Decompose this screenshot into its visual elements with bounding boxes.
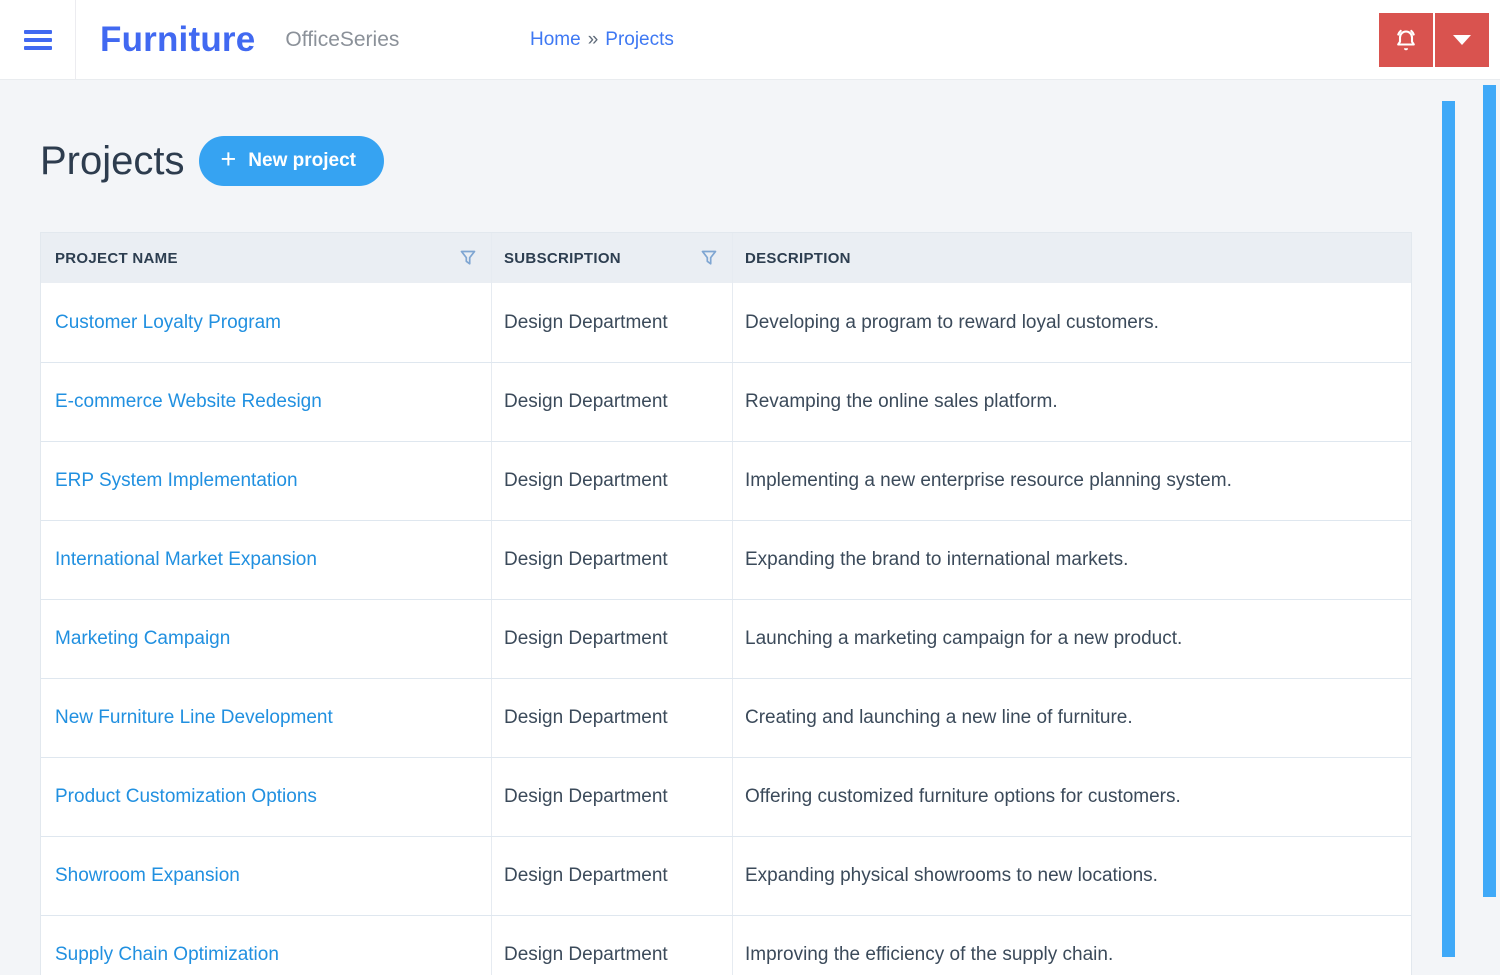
brand-subtitle: OfficeSeries bbox=[285, 27, 400, 51]
subscription-value: Design Department bbox=[504, 786, 668, 807]
funnel-icon[interactable] bbox=[700, 249, 718, 267]
project-name-link[interactable]: Showroom Expansion bbox=[55, 865, 240, 887]
notifications-button[interactable] bbox=[1379, 13, 1433, 67]
project-name-link[interactable]: Customer Loyalty Program bbox=[55, 312, 281, 334]
project-name-cell: New Furniture Line Development bbox=[41, 679, 491, 757]
table-row: Product Customization Options Design Dep… bbox=[41, 757, 1411, 836]
new-project-button[interactable]: + New project bbox=[198, 136, 384, 186]
project-name-cell: Supply Chain Optimization bbox=[41, 916, 491, 975]
breadcrumb-current-link[interactable]: Projects bbox=[605, 29, 674, 51]
description-cell: Creating and launching a new line of fur… bbox=[732, 679, 1411, 757]
project-name-link[interactable]: E-commerce Website Redesign bbox=[55, 391, 322, 413]
bell-icon bbox=[1391, 25, 1421, 55]
subscription-value: Design Department bbox=[504, 549, 668, 570]
caret-down-icon bbox=[1453, 35, 1471, 45]
hamburger-icon bbox=[23, 26, 52, 54]
project-name-link[interactable]: International Market Expansion bbox=[55, 549, 317, 571]
description-cell: Launching a marketing campaign for a new… bbox=[732, 600, 1411, 678]
project-name-link[interactable]: Product Customization Options bbox=[55, 786, 317, 808]
brand-logo[interactable]: Furniture bbox=[100, 20, 255, 60]
project-name-link[interactable]: Marketing Campaign bbox=[55, 628, 230, 650]
account-menu-button[interactable] bbox=[1435, 13, 1489, 67]
description-value: Improving the efficiency of the supply c… bbox=[745, 944, 1114, 965]
subscription-value: Design Department bbox=[504, 470, 668, 491]
page-title: Projects bbox=[40, 138, 185, 183]
subscription-cell: Design Department bbox=[491, 679, 732, 757]
subscription-value: Design Department bbox=[504, 707, 668, 728]
description-value: Expanding physical showrooms to new loca… bbox=[745, 865, 1158, 886]
table-row: E-commerce Website Redesign Design Depar… bbox=[41, 362, 1411, 441]
description-value: Revamping the online sales platform. bbox=[745, 391, 1058, 412]
project-name-link[interactable]: Supply Chain Optimization bbox=[55, 944, 279, 966]
project-name-link[interactable]: New Furniture Line Development bbox=[55, 707, 333, 729]
subscription-cell: Design Department bbox=[491, 916, 732, 975]
table-row: Showroom Expansion Design Department Exp… bbox=[41, 836, 1411, 915]
project-name-cell: Showroom Expansion bbox=[41, 837, 491, 915]
title-row: Projects + New project bbox=[40, 136, 1500, 186]
subscription-value: Design Department bbox=[504, 628, 668, 649]
project-name-cell: Product Customization Options bbox=[41, 758, 491, 836]
menu-button[interactable] bbox=[0, 0, 76, 79]
table-row: ERP System Implementation Design Departm… bbox=[41, 441, 1411, 520]
project-name-cell: International Market Expansion bbox=[41, 521, 491, 599]
breadcrumb-separator: » bbox=[587, 28, 599, 50]
project-name-link[interactable]: ERP System Implementation bbox=[55, 470, 298, 492]
description-cell: Expanding physical showrooms to new loca… bbox=[732, 837, 1411, 915]
breadcrumb: Home » Projects bbox=[530, 0, 674, 79]
plus-icon: + bbox=[220, 144, 237, 174]
project-name-cell: ERP System Implementation bbox=[41, 442, 491, 520]
project-name-cell: E-commerce Website Redesign bbox=[41, 363, 491, 441]
subscription-cell: Design Department bbox=[491, 521, 732, 599]
description-cell: Developing a program to reward loyal cus… bbox=[732, 283, 1411, 362]
projects-table: PROJECT NAME SUBSCRIPTION DESCRIPTION Cu… bbox=[40, 232, 1412, 975]
column-header-description[interactable]: DESCRIPTION bbox=[732, 233, 1411, 283]
table-body: Customer Loyalty Program Design Departme… bbox=[41, 283, 1411, 975]
description-value: Expanding the brand to international mar… bbox=[745, 549, 1129, 570]
description-value: Developing a program to reward loyal cus… bbox=[745, 311, 1159, 333]
subscription-value: Design Department bbox=[504, 944, 668, 965]
table-header-row: PROJECT NAME SUBSCRIPTION DESCRIPTION bbox=[41, 232, 1411, 283]
subscription-value: Design Department bbox=[504, 311, 668, 333]
description-cell: Implementing a new enterprise resource p… bbox=[732, 442, 1411, 520]
top-bar: Furniture OfficeSeries Home » Projects bbox=[0, 0, 1500, 80]
subscription-cell: Design Department bbox=[491, 283, 732, 362]
table-row: Customer Loyalty Program Design Departme… bbox=[41, 283, 1411, 362]
inner-scrollbar[interactable] bbox=[1442, 101, 1455, 957]
page-scrollbar[interactable] bbox=[1483, 85, 1496, 897]
funnel-icon[interactable] bbox=[459, 249, 477, 267]
subscription-value: Design Department bbox=[504, 865, 668, 886]
description-cell: Offering customized furniture options fo… bbox=[732, 758, 1411, 836]
new-project-label: New project bbox=[248, 150, 356, 171]
column-header-label: PROJECT NAME bbox=[55, 249, 178, 267]
description-value: Offering customized furniture options fo… bbox=[745, 786, 1181, 807]
description-value: Implementing a new enterprise resource p… bbox=[745, 470, 1232, 491]
subscription-cell: Design Department bbox=[491, 758, 732, 836]
description-cell: Expanding the brand to international mar… bbox=[732, 521, 1411, 599]
subscription-cell: Design Department bbox=[491, 837, 732, 915]
column-header-label: SUBSCRIPTION bbox=[504, 249, 621, 267]
subscription-cell: Design Department bbox=[491, 600, 732, 678]
description-cell: Revamping the online sales platform. bbox=[732, 363, 1411, 441]
description-cell: Improving the efficiency of the supply c… bbox=[732, 916, 1411, 975]
project-name-cell: Marketing Campaign bbox=[41, 600, 491, 678]
subscription-cell: Design Department bbox=[491, 363, 732, 441]
subscription-value: Design Department bbox=[504, 391, 668, 412]
table-row: New Furniture Line Development Design De… bbox=[41, 678, 1411, 757]
column-header-subscription[interactable]: SUBSCRIPTION bbox=[491, 233, 732, 283]
table-row: International Market Expansion Design De… bbox=[41, 520, 1411, 599]
main-content: Projects + New project PROJECT NAME SUBS… bbox=[0, 80, 1500, 975]
project-name-cell: Customer Loyalty Program bbox=[41, 283, 491, 362]
description-value: Launching a marketing campaign for a new… bbox=[745, 628, 1183, 649]
breadcrumb-home-link[interactable]: Home bbox=[530, 29, 581, 51]
description-value: Creating and launching a new line of fur… bbox=[745, 707, 1133, 728]
table-row: Supply Chain Optimization Design Departm… bbox=[41, 915, 1411, 975]
table-row: Marketing Campaign Design Department Lau… bbox=[41, 599, 1411, 678]
subscription-cell: Design Department bbox=[491, 442, 732, 520]
topbar-actions bbox=[1379, 13, 1489, 67]
column-header-project-name[interactable]: PROJECT NAME bbox=[41, 233, 491, 283]
column-header-label: DESCRIPTION bbox=[745, 249, 851, 267]
